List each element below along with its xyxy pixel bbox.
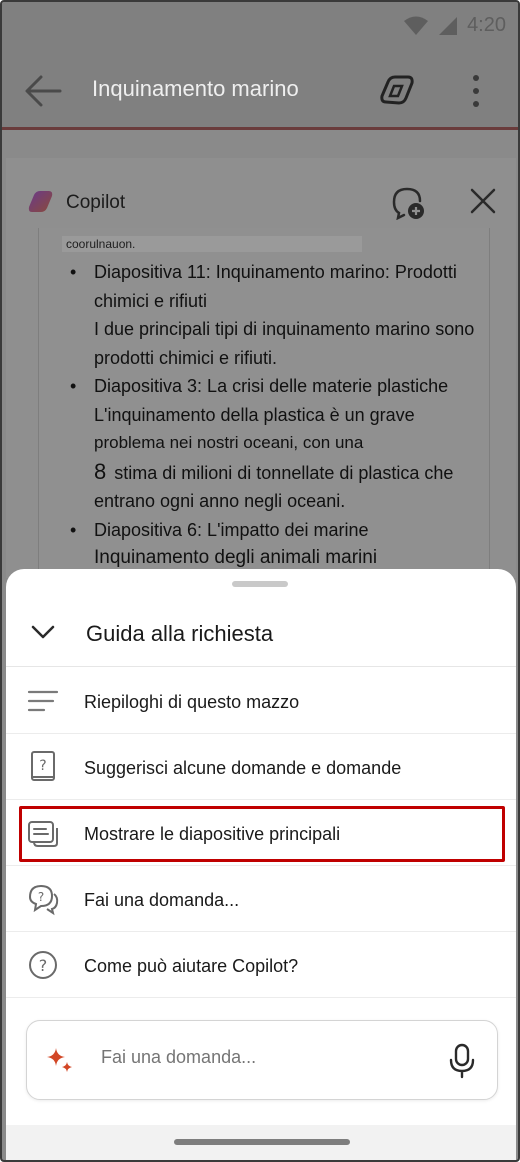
copilot-pane: Copilot coorulnauon. • Diapositiva 11: I… (6, 158, 516, 588)
status-icons: 4:20 (403, 14, 506, 37)
copilot-title: Copilot (66, 192, 126, 213)
slide-heading: Diapositiva 11: Inquinamento marino: Pro… (94, 262, 457, 311)
menu-item-help[interactable]: ? Come può aiutare Copilot? (6, 932, 516, 998)
svg-text:?: ? (38, 890, 44, 904)
menu-item-label: Riepiloghi di questo mazzo (84, 692, 300, 712)
chevron-down-icon[interactable] (30, 621, 56, 643)
system-nav-bar (6, 1125, 516, 1160)
menu-item-label: Mostrare le diapositive principali (84, 824, 341, 844)
svg-text:?: ? (39, 956, 48, 975)
slide-heading: Diapositiva 6: L'impatto dei marine (94, 519, 369, 540)
list-item: • Diapositiva 3: La crisi delle materie … (56, 372, 496, 516)
svg-text:?: ? (39, 758, 46, 774)
menu-item-ask-question[interactable]: ? Fai una domanda... (6, 866, 516, 932)
slide-summary-line: L'inquinamento della plastica è un grave (94, 404, 415, 425)
ask-box[interactable] (26, 1020, 498, 1100)
bullet-icon: • (70, 376, 77, 396)
app-title: Inquinamento marino (92, 76, 299, 101)
copilot-logo-icon (28, 191, 53, 212)
question-book-icon: ? (31, 751, 55, 781)
bullet-icon: • (70, 519, 77, 540)
list-item: • Diapositiva 6: L'impatto dei marine In… (56, 516, 496, 573)
sparkle-icon (47, 1048, 72, 1072)
sheet-title: Guida alla richiesta (86, 621, 274, 646)
new-chat-icon[interactable] (390, 184, 426, 220)
slides-icon (28, 821, 58, 847)
back-arrow-icon[interactable] (24, 74, 62, 108)
status-time: 4:20 (467, 14, 506, 36)
slide-heading: Diapositiva 3: La crisi delle materie pl… (94, 376, 449, 396)
menu-item-summaries[interactable]: Riepiloghi di questo mazzo (6, 668, 516, 734)
menu-item-label: Come può aiutare Copilot? (84, 956, 299, 976)
bullet-icon: • (70, 262, 77, 282)
ask-input[interactable] (101, 1047, 421, 1068)
truncated-line: coorulnauon. (62, 236, 362, 252)
drag-handle[interactable] (232, 581, 288, 587)
microphone-icon[interactable] (447, 1043, 477, 1079)
list-item: • Diapositiva 11: Inquinamento marino: P… (56, 258, 496, 372)
prompt-guide-sheet: Guida alla richiesta Riepiloghi di quest… (6, 569, 516, 1160)
response-list: • Diapositiva 11: Inquinamento marino: P… (56, 258, 496, 573)
help-circle-icon: ? (29, 951, 57, 979)
slide-summary: I due principali tipi di inquinamento ma… (94, 319, 475, 368)
more-options-icon[interactable] (468, 72, 484, 112)
home-indicator[interactable] (174, 1139, 350, 1145)
menu-item-label: Suggerisci alcune domande e domande (84, 758, 402, 778)
sheet-header: Guida alla richiesta (6, 605, 516, 667)
phone-frame: 4:20 Inquinamento marino Copilot cooruln… (0, 0, 520, 1162)
app-bar: Inquinamento marino (2, 54, 518, 130)
menu-item-suggest-questions[interactable]: ? Suggerisci alcune domande e domande (6, 734, 516, 800)
slide-number: 8 (94, 458, 107, 484)
menu-item-key-slides[interactable]: Mostrare le diapositive principali (6, 800, 516, 866)
copilot-icon[interactable] (378, 72, 416, 110)
slide-summary-text: stima di milioni di tonnellate di plasti… (94, 462, 454, 512)
menu-item-label: Fai una domanda... (84, 890, 240, 910)
close-icon[interactable] (468, 186, 498, 216)
wifi-icon (404, 16, 429, 35)
slide-summary-line: 8 stima di milioni di tonnellate di plast… (94, 458, 496, 516)
slide-summary-line: problema nei nostri oceani, con una (94, 433, 364, 452)
status-bar: 4:20 (2, 2, 518, 54)
chat-question-icon: ? (28, 884, 59, 916)
copilot-header: Copilot (6, 158, 516, 238)
battery-icon (439, 16, 458, 35)
lines-icon (27, 690, 59, 712)
